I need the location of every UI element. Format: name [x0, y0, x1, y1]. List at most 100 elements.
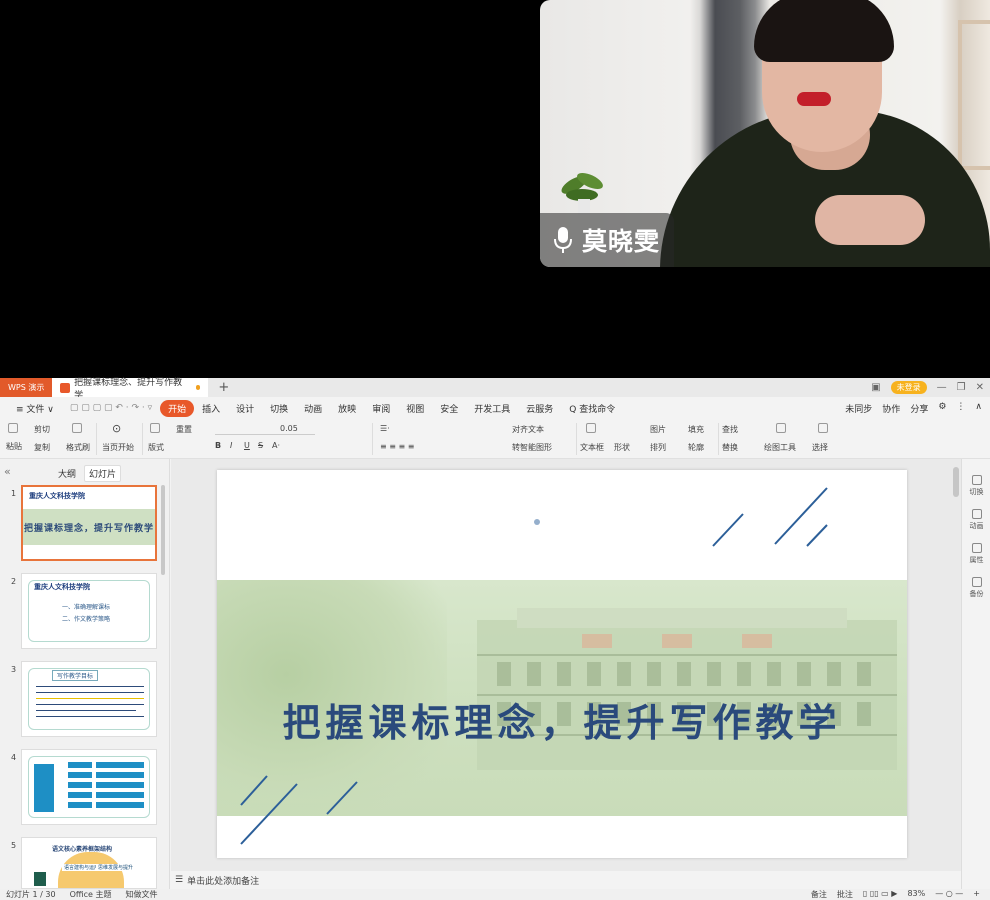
person-mouth	[797, 92, 831, 106]
tab-review[interactable]: 审阅	[364, 402, 398, 415]
strikethrough-button[interactable]: S	[258, 441, 263, 450]
find-button[interactable]: 查找	[722, 424, 738, 435]
tab-cloud[interactable]: 云服务	[518, 402, 561, 415]
play-icon[interactable]: ⊙	[112, 422, 121, 435]
font-color-button[interactable]: A·	[272, 441, 280, 450]
collaborate-button[interactable]: 协作	[882, 402, 900, 415]
tab-slideshow[interactable]: 放映	[330, 402, 364, 415]
textbox-icon[interactable]	[586, 423, 596, 433]
view-buttons[interactable]: ▯ ▯▯ ▭ ▶	[863, 889, 898, 900]
backup-panel-button[interactable]: 备份	[962, 577, 990, 599]
collapse-panel-icon[interactable]: «	[4, 465, 11, 478]
app-tab[interactable]: WPS 演示	[0, 378, 53, 397]
login-button[interactable]: 未登录	[890, 381, 927, 394]
layout-icon[interactable]: ▣	[871, 382, 880, 393]
backup-status[interactable]: 知做文件	[126, 889, 158, 900]
textbox-button[interactable]: 文本框	[580, 442, 604, 453]
shape-button[interactable]: 形状	[614, 442, 630, 453]
font-size-select[interactable]: 0.05	[280, 424, 298, 433]
comments-toggle[interactable]: 批注	[837, 889, 853, 900]
canvas-scrollbar-thumb[interactable]	[953, 467, 959, 497]
thumbnail-scrollbar[interactable]	[161, 485, 165, 575]
zoom-slider[interactable]: — ○ —	[935, 889, 963, 900]
replace-button[interactable]: 替换	[722, 442, 738, 453]
slide-counter: 幻灯片 1 / 30	[6, 890, 56, 899]
notes-toggle[interactable]: 备注	[811, 889, 827, 900]
properties-panel-button[interactable]: 属性	[962, 543, 990, 565]
zoom-in-icon[interactable]: +	[973, 889, 980, 900]
transition-panel-button[interactable]: 切换	[962, 475, 990, 497]
drawing-tools-button[interactable]: 绘图工具	[764, 442, 796, 453]
quick-access-toolbar[interactable]: ▢ ▢ ▢ ▢ ↶ · ↷ · ▿	[62, 403, 160, 413]
sliders-icon	[971, 543, 982, 553]
zoom-level[interactable]: 83%	[907, 889, 925, 900]
underline-button[interactable]: U	[244, 441, 250, 450]
thumb-number: 3	[11, 665, 17, 674]
minimize-icon[interactable]: —	[937, 382, 947, 393]
arrange-button[interactable]: 排列	[650, 442, 666, 453]
menu-file[interactable]: ≡ 文件 ∨	[8, 402, 62, 415]
reset-button[interactable]: 重置	[176, 424, 192, 435]
from-current-button[interactable]: 当页开始	[102, 442, 134, 453]
slide-thumbnail-3[interactable]: 写作教学目标	[21, 661, 157, 737]
slide-thumbnail-2[interactable]: 重庆人文科技学院 一、准确理解课标 二、作文教学策略	[21, 573, 157, 649]
slide-thumbnail-panel: « 大纲 幻灯片 1 重庆人文科技学院 把握课标理念，提升写作教学 2 重庆人文…	[0, 459, 170, 889]
font-name-select[interactable]	[215, 423, 315, 435]
cut-button[interactable]: 剪切	[34, 424, 50, 435]
slide-decorative-lines	[240, 487, 828, 845]
bold-button[interactable]: B	[215, 441, 221, 450]
sync-status[interactable]: 未同步	[845, 402, 872, 415]
paste-icon[interactable]	[8, 423, 18, 433]
fill-button[interactable]: 填充	[688, 424, 704, 435]
italic-button[interactable]: I	[230, 441, 232, 450]
select-button[interactable]: 选择	[812, 442, 828, 453]
tab-security[interactable]: 安全	[432, 402, 466, 415]
tab-view[interactable]: 视图	[398, 402, 432, 415]
new-tab-button[interactable]: +	[218, 380, 229, 395]
document-tab[interactable]: 把握课标理念、提升写作教学	[52, 378, 209, 401]
canvas-scrollbar[interactable]	[953, 467, 959, 867]
participant-video-tile[interactable]: 莫晓雯	[540, 0, 990, 267]
tab-animation[interactable]: 动画	[296, 402, 330, 415]
collapse-ribbon-icon[interactable]: ∧	[975, 402, 982, 415]
restore-icon[interactable]: ❐	[957, 382, 966, 393]
text-align-button[interactable]: 对齐文本	[512, 424, 544, 435]
bullet-list-icon[interactable]: ☰·	[380, 424, 390, 433]
tab-outline[interactable]: 大纲	[58, 467, 76, 480]
align-buttons[interactable]: ≡ ≡ ≡ ≡	[380, 442, 414, 451]
tab-slides[interactable]: 幻灯片	[84, 465, 122, 482]
tab-insert[interactable]: 插入	[194, 402, 228, 415]
smartart-button[interactable]: 转智能图形	[512, 442, 552, 453]
title-bar: WPS 演示 把握课标理念、提升写作教学 + ▣ 未登录 — ❐ ✕	[0, 378, 990, 401]
outline-button[interactable]: 轮廓	[688, 442, 704, 453]
share-button[interactable]: 分享	[910, 402, 928, 415]
slide-thumbnail-4[interactable]	[21, 749, 157, 825]
tab-developer[interactable]: 开发工具	[466, 402, 518, 415]
drawing-tools-icon[interactable]	[776, 423, 786, 433]
more-icon[interactable]: ⋮	[956, 402, 965, 415]
copy-button[interactable]: 复制	[34, 442, 50, 453]
settings-icon[interactable]: ⚙	[938, 402, 946, 415]
microphone-icon[interactable]	[554, 226, 572, 254]
new-slide-icon[interactable]	[150, 423, 160, 433]
close-icon[interactable]: ✕	[976, 382, 984, 393]
paste-button[interactable]: 粘贴	[6, 441, 22, 452]
slide-thumbnail-1[interactable]: 重庆人文科技学院 把握课标理念，提升写作教学	[21, 485, 157, 561]
search-command[interactable]: Q 查找命令	[561, 402, 623, 415]
current-slide[interactable]: 把握课标理念，提升写作教学	[217, 470, 907, 858]
animation-panel-button[interactable]: 动画	[962, 509, 990, 531]
picture-button[interactable]: 图片	[650, 424, 666, 435]
tab-transition[interactable]: 切换	[262, 402, 296, 415]
star-icon	[971, 509, 982, 519]
slide-canvas-area: 把握课标理念，提升写作教学	[171, 459, 961, 871]
slide-thumbnail-5[interactable]: 语文核心素养框架结构 语言建构与运用 思维发展与提升	[21, 837, 157, 889]
layout-button[interactable]: 版式	[148, 442, 164, 453]
select-icon[interactable]	[818, 423, 828, 433]
panel-tabs: « 大纲 幻灯片	[0, 465, 170, 482]
format-painter-button[interactable]: 格式刷	[66, 442, 90, 453]
format-painter-icon[interactable]	[72, 423, 82, 433]
menubar-right: 未同步 协作 分享 ⚙ ⋮ ∧	[845, 402, 990, 415]
tab-design[interactable]: 设计	[228, 402, 262, 415]
notes-bar[interactable]: ☰ 单击此处添加备注	[171, 871, 961, 889]
tab-home[interactable]: 开始	[160, 399, 195, 417]
